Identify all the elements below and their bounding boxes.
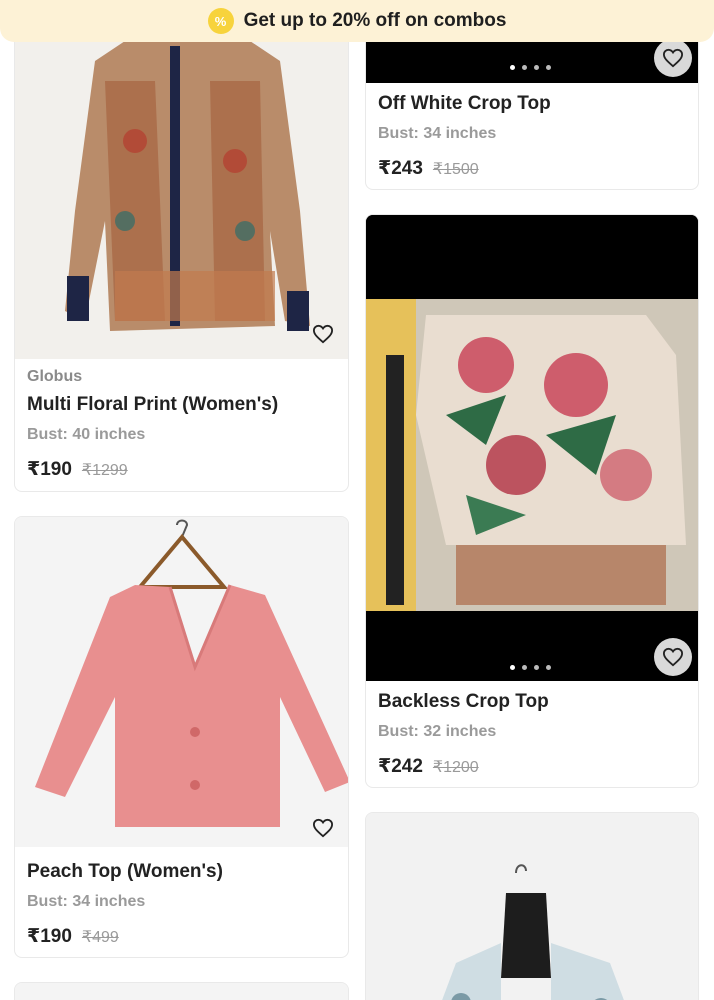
product-mrp: ₹1299 xyxy=(81,462,128,479)
product-size: Bust: 40 inches xyxy=(27,426,146,443)
wishlist-heart-icon[interactable] xyxy=(310,815,336,841)
product-image[interactable] xyxy=(366,215,698,681)
product-mrp: ₹1500 xyxy=(432,161,479,178)
product-size: Bust: 34 inches xyxy=(27,893,146,910)
wishlist-heart-icon[interactable] xyxy=(654,638,692,676)
product-card-peach-top[interactable]: Peach Top (Women's) Bust: 34 inches ₹190… xyxy=(14,516,349,958)
product-title[interactable]: Off White Crop Top xyxy=(378,93,686,115)
product-card-backless[interactable]: Backless Crop Top Bust: 32 inches ₹242 ₹… xyxy=(365,214,699,788)
product-image[interactable] xyxy=(366,813,698,1000)
jacket-illustration xyxy=(15,21,348,359)
product-size: Bust: 32 inches xyxy=(378,723,497,740)
crop-top-photo xyxy=(366,215,698,681)
product-price: ₹190 xyxy=(27,926,72,947)
product-card-partial-right[interactable] xyxy=(365,812,699,1000)
product-card-partial-left[interactable] xyxy=(14,982,349,1000)
percent-badge-icon: % xyxy=(207,8,234,34)
wishlist-heart-icon[interactable] xyxy=(310,321,336,347)
product-mrp: ₹1200 xyxy=(432,759,479,776)
product-mrp: ₹499 xyxy=(81,929,119,946)
carousel-dots xyxy=(510,665,551,670)
product-image[interactable] xyxy=(15,21,348,359)
product-title[interactable]: Backless Crop Top xyxy=(378,691,686,713)
product-price: ₹242 xyxy=(378,756,423,777)
hanger-shirt-photo xyxy=(366,813,698,1000)
product-card-off-white[interactable]: Off White Crop Top Bust: 34 inches ₹243 … xyxy=(365,20,699,190)
combo-offer-banner[interactable]: % Get up to 20% off on combos xyxy=(0,0,714,42)
carousel-dots xyxy=(510,65,551,70)
product-price: ₹190 xyxy=(27,459,72,480)
product-title[interactable]: Multi Floral Print (Women's) xyxy=(27,394,336,416)
product-brand: Globus xyxy=(27,368,83,385)
banner-text: Get up to 20% off on combos xyxy=(243,10,507,31)
wishlist-heart-icon[interactable] xyxy=(654,39,692,77)
product-image[interactable] xyxy=(15,517,348,847)
product-image[interactable] xyxy=(15,983,348,1000)
product-price: ₹243 xyxy=(378,158,423,179)
peach-top-photo xyxy=(15,517,348,847)
product-size: Bust: 34 inches xyxy=(378,125,497,142)
product-title[interactable]: Peach Top (Women's) xyxy=(27,861,336,883)
product-card-multi-floral[interactable]: Globus Multi Floral Print (Women's) Bust… xyxy=(14,20,349,492)
